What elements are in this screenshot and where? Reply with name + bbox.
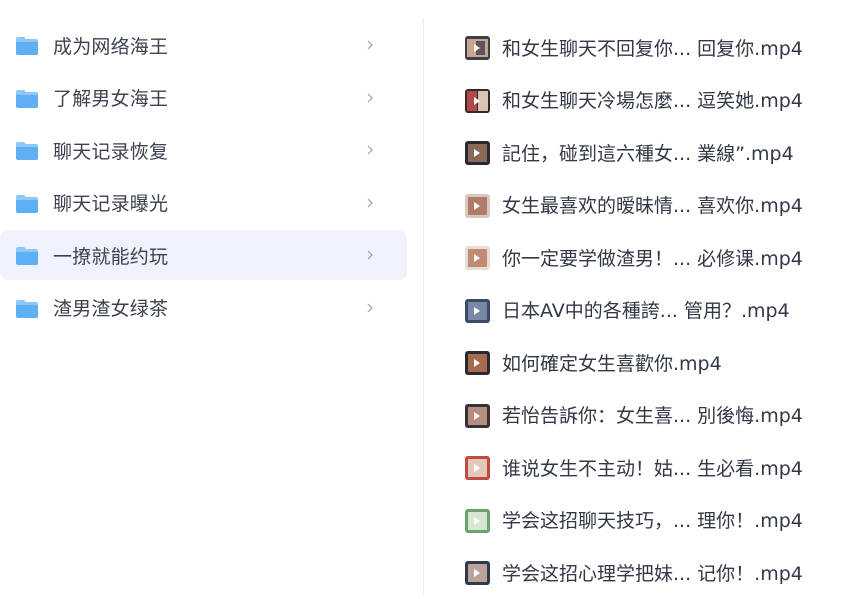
folder-item[interactable]: 渣男渣女绿茶 — [0, 283, 407, 333]
video-thumbnail-icon — [465, 508, 490, 533]
folder-icon — [16, 194, 38, 213]
video-thumbnail-icon — [465, 36, 490, 60]
file-item[interactable]: 日本AV中的各種誇... 管用？.mp4 — [424, 284, 857, 337]
folder-label: 一撩就能约玩 — [53, 245, 169, 268]
video-thumbnail-icon — [465, 246, 490, 270]
folder-icon — [16, 247, 38, 266]
video-thumbnail-icon — [465, 193, 490, 218]
video-thumbnail-icon — [465, 561, 490, 585]
chevron-right-icon — [367, 198, 373, 208]
file-name: 和女生聊天冷場怎麼... 逗笑她.mp4 — [502, 90, 803, 113]
file-name: 谁说女生不主动！姑... 生必看.mp4 — [502, 457, 803, 480]
folder-label: 了解男女海王 — [53, 88, 169, 111]
video-thumbnail-icon — [465, 351, 490, 375]
file-item[interactable]: 谁说女生不主动！姑... 生必看.mp4 — [424, 441, 857, 494]
file-name: 学会这招聊天技巧，... 理你！.mp4 — [502, 510, 803, 533]
chevron-right-icon — [367, 93, 373, 103]
video-thumbnail-icon — [465, 298, 490, 323]
video-thumbnail-icon — [465, 141, 490, 165]
folder-icon — [16, 37, 38, 55]
file-name: 記住，碰到這六種女... 業線”.mp4 — [502, 142, 794, 165]
file-list: 和女生聊天不回复你... 回复你.mp4 和女生聊天冷場怎麼... 逗笑她.mp… — [424, 21, 857, 599]
chevron-right-icon — [367, 303, 373, 313]
file-item[interactable]: 如何確定女生喜歡你.mp4 — [424, 336, 857, 389]
video-thumbnail-icon — [465, 456, 490, 480]
file-item[interactable]: 学会这招聊天技巧，... 理你！.mp4 — [424, 494, 857, 547]
folder-item[interactable]: 了解男女海王 — [0, 73, 407, 123]
chevron-right-icon — [367, 145, 373, 155]
video-thumbnail-icon — [465, 403, 490, 428]
folder-item-selected[interactable]: 一撩就能约玩 — [0, 230, 407, 281]
file-name: 你一定要学做渣男！... 必修课.mp4 — [502, 247, 803, 270]
folder-item[interactable]: 聊天记录恢复 — [0, 125, 407, 175]
folder-icon — [16, 89, 38, 108]
file-item[interactable]: 若怡告訴你：女生喜... 別後悔.mp4 — [424, 389, 857, 442]
file-name: 和女生聊天不回复你... 回复你.mp4 — [502, 37, 803, 60]
folder-item[interactable]: 聊天记录曝光 — [0, 178, 407, 228]
folder-list: 成为网络海王 了解男女海王 聊天记录恢复 聊天记录曝光 一撩就能约玩 渣男渣女绿… — [0, 20, 407, 336]
folder-item[interactable]: 成为网络海王 — [0, 20, 407, 70]
folder-label: 聊天记录恢复 — [53, 140, 169, 163]
chevron-right-icon — [367, 40, 373, 50]
file-item[interactable]: 記住，碰到這六種女... 業線”.mp4 — [424, 126, 857, 179]
file-item[interactable]: 你一定要学做渣男！... 必修课.mp4 — [424, 231, 857, 284]
file-item[interactable]: 女生最喜欢的暧昧情... 喜欢你.mp4 — [424, 179, 857, 232]
file-name: 如何確定女生喜歡你.mp4 — [502, 352, 722, 375]
file-name: 女生最喜欢的暧昧情... 喜欢你.mp4 — [502, 195, 803, 218]
folder-icon — [16, 142, 38, 161]
chevron-right-icon — [367, 250, 373, 260]
folder-icon — [16, 299, 38, 318]
file-name: 学会这招心理学把妹... 记你！.mp4 — [502, 562, 803, 585]
file-item[interactable]: 和女生聊天冷場怎麼... 逗笑她.mp4 — [424, 74, 857, 127]
file-name: 日本AV中的各種誇... 管用？.mp4 — [502, 300, 790, 323]
folder-label: 聊天记录曝光 — [53, 193, 169, 216]
file-item[interactable]: 学会这招心理学把妹... 记你！.mp4 — [424, 546, 857, 599]
video-thumbnail-icon — [465, 88, 490, 113]
folder-label: 成为网络海王 — [53, 35, 169, 58]
file-item[interactable]: 和女生聊天不回复你... 回复你.mp4 — [424, 21, 857, 74]
file-name: 若怡告訴你：女生喜... 別後悔.mp4 — [502, 405, 803, 428]
folder-label: 渣男渣女绿茶 — [53, 298, 169, 321]
